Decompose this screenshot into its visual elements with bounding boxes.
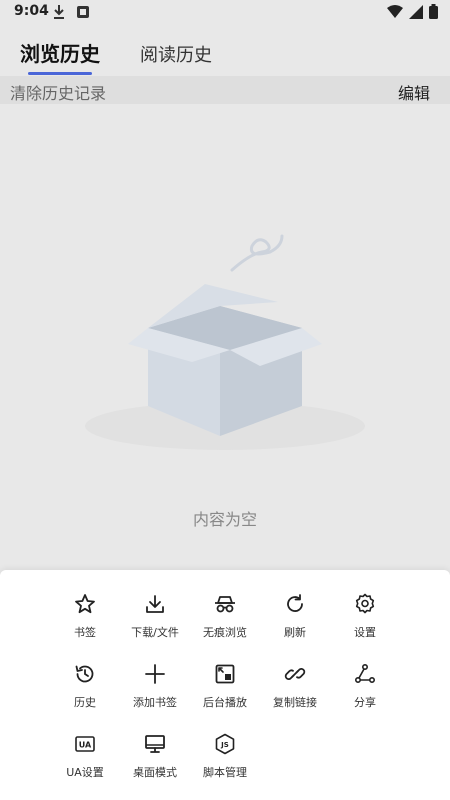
menu-label: 后台播放: [203, 696, 247, 709]
tab-reading-history[interactable]: 阅读历史: [140, 41, 212, 67]
share-icon: [354, 663, 375, 684]
menu-incognito[interactable]: 无痕浏览: [190, 592, 260, 640]
wifi-icon: [387, 4, 403, 23]
menu-script-manager[interactable]: JS 脚本管理: [190, 732, 260, 780]
download-status-icon: [52, 4, 66, 24]
menu-label: 书签: [74, 626, 96, 639]
link-icon: [284, 668, 306, 680]
menu-label: 分享: [354, 696, 376, 709]
incognito-icon: [215, 596, 235, 613]
empty-state: 内容为空: [0, 104, 450, 570]
tab-browse-history[interactable]: 浏览历史: [20, 38, 100, 67]
plus-icon: [145, 664, 165, 684]
empty-box-icon: [85, 234, 365, 450]
battery-icon: [429, 4, 438, 23]
status-time: 9:04: [14, 3, 49, 19]
download-icon: [146, 595, 164, 613]
menu-refresh[interactable]: 刷新: [260, 592, 330, 640]
svg-text:JS: JS: [220, 741, 229, 749]
menu-copy-link[interactable]: 复制链接: [260, 662, 330, 710]
history-icon: [75, 665, 94, 683]
signal-icon: [409, 4, 423, 23]
menu-desktop-mode[interactable]: 桌面模式: [120, 732, 190, 780]
menu-label: 历史: [74, 696, 96, 709]
active-tab-indicator: [28, 72, 92, 75]
empty-state-text: 内容为空: [192, 510, 257, 529]
refresh-icon: [287, 594, 303, 612]
edit-button[interactable]: 编辑: [398, 80, 430, 104]
history-tabs: 浏览历史 阅读历史: [0, 24, 450, 76]
menu-history[interactable]: 历史: [50, 662, 120, 710]
menu-ua-settings[interactable]: UA UA设置: [50, 732, 120, 780]
menu-label: 桌面模式: [133, 766, 177, 779]
bottom-menu-sheet: 书签 下载/文件 无痕浏览 刷新 设置 历史 添加书签 后台播放 复制链接 分享…: [0, 570, 450, 800]
status-bar: 9:04: [0, 0, 450, 24]
menu-background-play[interactable]: 后台播放: [190, 662, 260, 710]
clear-history-button[interactable]: 清除历史记录: [10, 80, 106, 104]
menu-label: 复制链接: [273, 696, 317, 709]
star-icon: [75, 594, 95, 614]
menu-label: 无痕浏览: [203, 626, 247, 639]
menu-label: UA设置: [66, 766, 104, 779]
notification-app-icon: [76, 4, 90, 24]
menu-share[interactable]: 分享: [330, 662, 400, 710]
menu-bookmarks[interactable]: 书签: [50, 592, 120, 640]
menu-add-bookmark[interactable]: 添加书签: [120, 662, 190, 710]
desktop-icon: [145, 735, 165, 753]
menu-label: 下载/文件: [131, 626, 179, 639]
menu-downloads[interactable]: 下载/文件: [120, 592, 190, 640]
menu-label: 脚本管理: [203, 766, 247, 779]
js-script-icon: JS: [215, 733, 235, 755]
history-action-bar: 清除历史记录 编辑: [0, 76, 450, 104]
background-play-icon: [215, 664, 235, 684]
menu-label: 刷新: [284, 626, 306, 639]
menu-settings[interactable]: 设置: [330, 592, 400, 640]
svg-text:UA: UA: [79, 741, 92, 750]
ua-icon: UA: [75, 736, 95, 752]
menu-label: 设置: [354, 626, 376, 639]
gear-icon: [355, 593, 375, 614]
menu-label: 添加书签: [133, 696, 177, 709]
